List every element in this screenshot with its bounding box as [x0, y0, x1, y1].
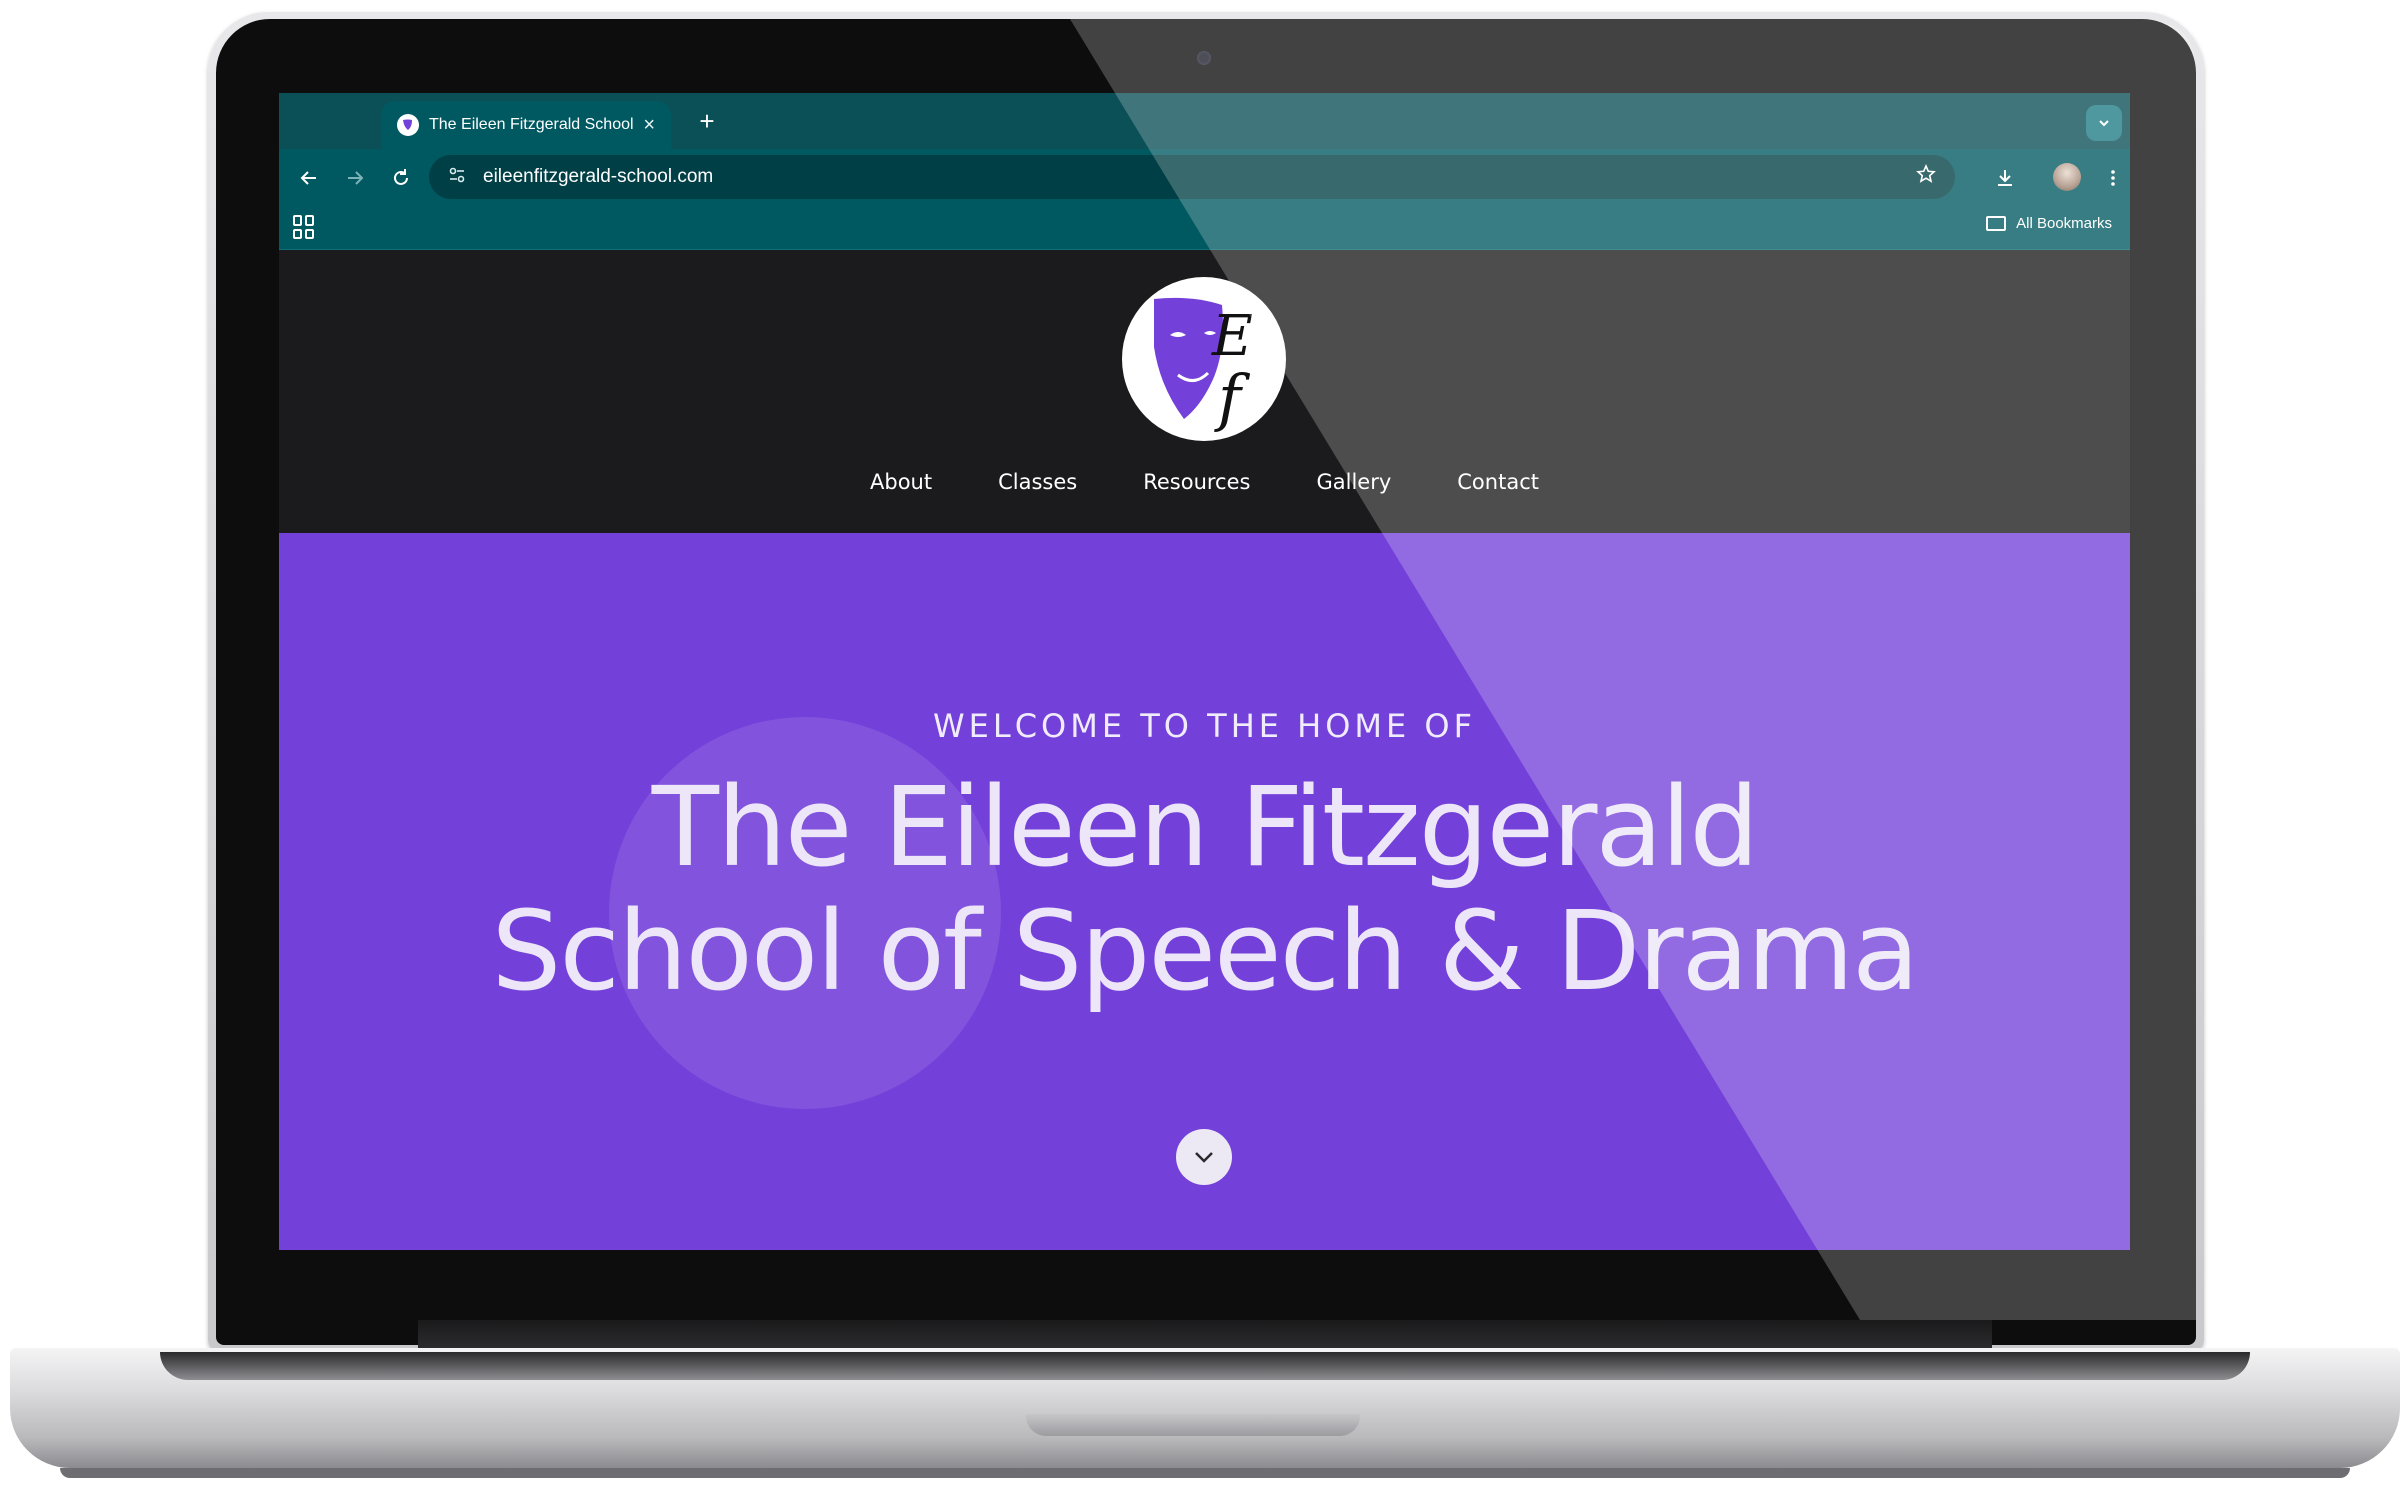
logo-letter-e: E — [1211, 304, 1253, 369]
laptop-screen: The Eileen Fitzgerald School × + eileenf… — [279, 93, 2130, 1250]
arrow-left-icon — [300, 171, 316, 185]
browser-toolbar: eileenfitzgerald-school.com — [279, 149, 2130, 205]
hero-title: The Eileen Fitzgerald School of Speech &… — [279, 765, 2130, 1013]
tab-close-icon[interactable]: × — [643, 114, 655, 137]
chevron-down-icon — [2099, 120, 2109, 127]
all-bookmarks-button[interactable]: All Bookmarks — [1986, 215, 2112, 232]
browser-tab[interactable]: The Eileen Fitzgerald School × — [381, 101, 671, 149]
nav-link-contact[interactable]: Contact — [1457, 470, 1539, 494]
scroll-down-button[interactable] — [1176, 1129, 1232, 1185]
url-text[interactable]: eileenfitzgerald-school.com — [483, 166, 1915, 188]
tab-title: The Eileen Fitzgerald School — [429, 116, 634, 133]
apps-grid-icon[interactable] — [293, 215, 317, 239]
logo-letter-f: f — [1214, 361, 1251, 434]
all-bookmarks-label: All Bookmarks — [2016, 215, 2112, 232]
kebab-menu-icon — [2111, 170, 2115, 186]
tune-icon[interactable] — [447, 165, 467, 190]
tab-search-button[interactable] — [2086, 105, 2122, 141]
bookmarks-bar: All Bookmarks — [279, 205, 2130, 250]
reload-icon — [394, 169, 408, 186]
nav-link-gallery[interactable]: Gallery — [1316, 470, 1391, 494]
address-bar[interactable]: eileenfitzgerald-school.com — [429, 155, 1955, 199]
nav-link-resources[interactable]: Resources — [1143, 470, 1250, 494]
hero-eyebrow: WELCOME TO THE HOME OF — [933, 707, 1476, 745]
new-tab-button[interactable]: + — [689, 103, 725, 139]
tab-strip: The Eileen Fitzgerald School × + — [279, 93, 2130, 149]
nav-link-about[interactable]: About — [870, 470, 932, 494]
site-navigation: About Classes Resources Gallery Contact — [279, 470, 2130, 494]
trackpad-notch — [1026, 1414, 1360, 1436]
hero-section: WELCOME TO THE HOME OF The Eileen Fitzge… — [279, 533, 2130, 1250]
laptop-hinge — [418, 1320, 1992, 1350]
camera-icon — [1197, 51, 1211, 65]
site-header: E f About Classes Resources Gallery Cont… — [279, 250, 2130, 533]
profile-avatar[interactable] — [2053, 163, 2081, 191]
site-favicon-icon — [397, 114, 419, 136]
download-button[interactable] — [1987, 159, 2023, 195]
keyboard-well — [160, 1352, 2250, 1380]
menu-button[interactable] — [2095, 159, 2130, 195]
nav-link-classes[interactable]: Classes — [998, 470, 1077, 494]
hero-title-line-2: School of Speech & Drama — [491, 887, 1920, 1015]
back-button[interactable] — [291, 159, 327, 195]
folder-icon — [1986, 216, 2007, 231]
reload-button[interactable] — [383, 159, 419, 195]
chevron-down-icon — [1195, 1152, 1213, 1163]
laptop-feet — [60, 1468, 2350, 1478]
site-logo[interactable]: E f — [1122, 277, 1286, 441]
forward-button[interactable] — [337, 159, 373, 195]
arrow-right-icon — [348, 171, 364, 185]
star-icon[interactable] — [1915, 163, 1937, 191]
theatre-mask-logo-icon: E f — [1154, 297, 1253, 434]
download-icon — [1998, 170, 2012, 187]
hero-title-line-1: The Eileen Fitzgerald — [651, 763, 1759, 891]
